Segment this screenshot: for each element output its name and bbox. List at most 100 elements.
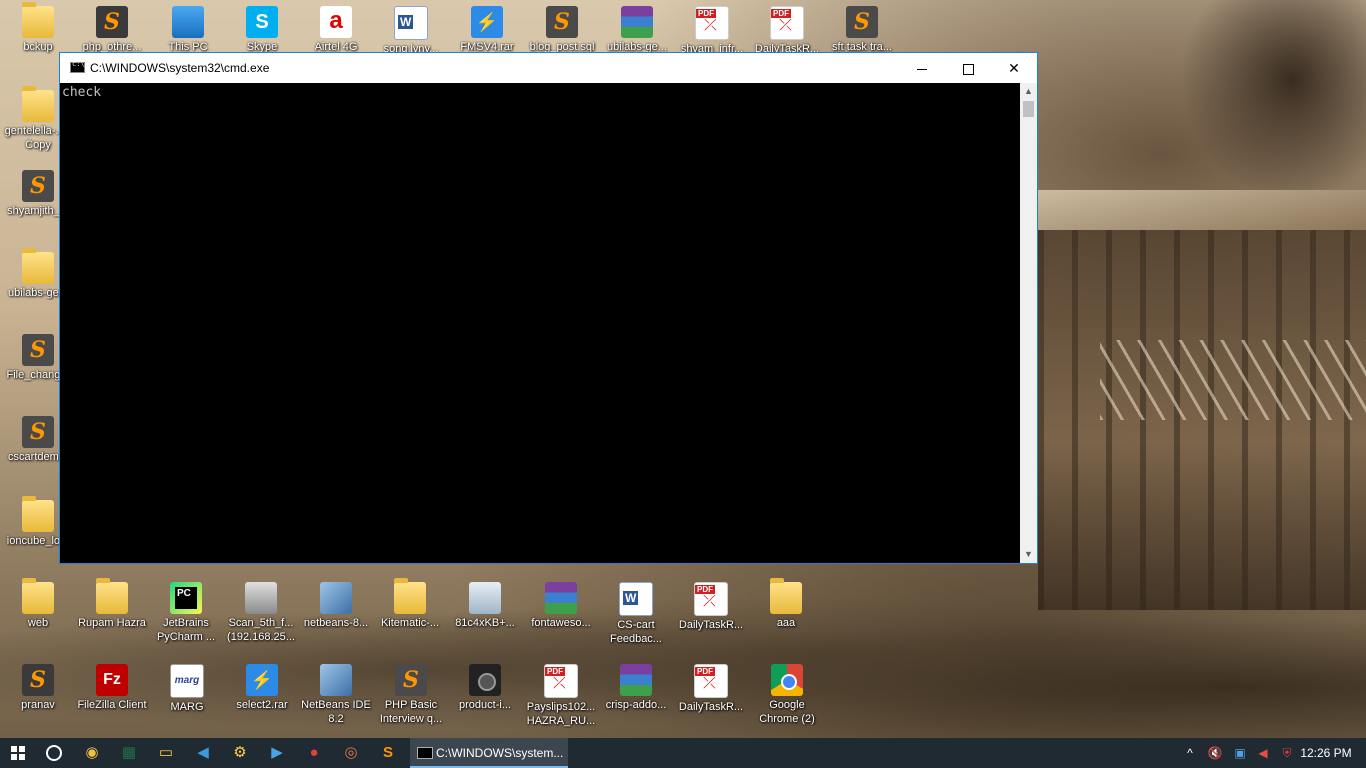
desktop-icon-shyam-infr[interactable]: shyam_infr... [674, 0, 750, 56]
scroll-down-arrow-icon[interactable]: ▼ [1020, 546, 1037, 563]
skype-icon [246, 6, 278, 38]
desktop-icon-skype[interactable]: Skype [224, 0, 300, 54]
desktop-icon-sft-task[interactable]: sft task tra... [824, 0, 900, 54]
winrar-icon [545, 582, 577, 614]
desktop-icon-select2[interactable]: select2.rar [224, 658, 300, 712]
desktop-icon-label: 81c4xKB+... [455, 617, 515, 629]
computer-icon [172, 6, 204, 38]
desktop-icon-fmsv4[interactable]: FMSV4.rar [449, 0, 525, 54]
desktop-icon-fontawesome[interactable]: fontaweso... [523, 576, 599, 630]
desktop-icon-label: web [27, 617, 49, 629]
scanner-icon [245, 582, 277, 614]
desktop-icon-song[interactable]: song lyny... [373, 0, 449, 56]
desktop-icon-kitematic[interactable]: Kitematic-... [372, 576, 448, 630]
file-explorer-icon: ▭ [158, 744, 174, 761]
desktop-icon-google-chrome[interactable]: Google Chrome (2) [749, 658, 825, 726]
desktop-icon-scan[interactable]: Scan_5th_f... (192.168.25... [223, 576, 299, 644]
desktop-icon-label: aaa [776, 617, 796, 629]
desktop-icon-dailytask-top[interactable]: DailyTaskR... [749, 0, 825, 56]
scroll-up-arrow-icon[interactable]: ▲ [1020, 83, 1037, 100]
cmd-window-title: C:\WINDOWS\system32\cmd.exe [90, 61, 270, 75]
desktop-icon-dailytask-b[interactable]: DailyTaskR... [673, 658, 749, 714]
desktop-icon-81c4xkb[interactable]: 81c4xKB+... [447, 576, 523, 630]
desktop-icon-label: netbeans-8... [303, 617, 369, 629]
taskbar-excel[interactable]: ▦ [111, 738, 147, 768]
desktop-icon-pycharm[interactable]: JetBrains PyCharm ... [148, 576, 224, 644]
app-icon: ⚙ [233, 744, 247, 761]
desktop-icon-netbeans-ide[interactable]: NetBeans IDE 8.2 [298, 658, 374, 726]
desktop-icon-php-othre[interactable]: php_othre... [74, 0, 150, 54]
tray-icon-3[interactable]: ◀ [1252, 738, 1274, 768]
archive-icon [22, 664, 54, 696]
desktop-icon-aaa[interactable]: aaa [748, 576, 824, 630]
search-button[interactable] [36, 738, 72, 768]
desktop-icon-php-basic[interactable]: PHP Basic Interview q... [373, 658, 449, 726]
cmd-app-icon[interactable] [70, 60, 85, 73]
cmd-console[interactable]: check [60, 83, 1021, 563]
desktop-icon-bckup[interactable]: bckup [0, 0, 76, 54]
desktop-icon-cs-cart-feedback[interactable]: CS-cart Feedbac... [598, 576, 674, 646]
desktop-icon-netbeans-installer[interactable]: netbeans-8... [298, 576, 374, 630]
pdf-icon [544, 664, 578, 698]
shield-icon: ⛨ [1282, 746, 1292, 760]
desktop-icon-label: PHP Basic Interview q... [379, 699, 443, 725]
desktop-icon-payslips[interactable]: Payslips102... HAZRA_RU... [523, 658, 599, 728]
tray-icon-2[interactable]: ▣ [1229, 738, 1251, 768]
sublime-icon [846, 6, 878, 38]
pycharm-icon [170, 582, 202, 614]
pdf-icon [694, 664, 728, 698]
netbeans-icon [320, 664, 352, 696]
folder-icon [22, 2, 54, 38]
start-button[interactable] [0, 738, 36, 768]
desktop-icon-label: CS-cart Feedbac... [610, 619, 662, 645]
desktop-icon-product-image[interactable]: product-i... [447, 658, 523, 712]
vertical-scrollbar[interactable]: ▲ ▼ [1020, 83, 1037, 563]
taskbar-app-4[interactable]: ◎ [333, 738, 369, 768]
filezilla-icon [96, 664, 128, 696]
console-output: check [62, 85, 102, 100]
desktop-icon-blog-post[interactable]: blog_post.sql [524, 0, 600, 54]
sublime-icon [22, 170, 54, 202]
tray-icon-4[interactable]: ⛨ [1276, 738, 1298, 768]
desktop-icon-marg[interactable]: MARG [149, 658, 225, 714]
taskbar-sublime[interactable]: S [370, 738, 406, 768]
taskbar-explorer[interactable]: ▭ [148, 738, 184, 768]
taskbar-vscode[interactable]: ◀ [185, 738, 221, 768]
wallpaper-railing [1100, 340, 1366, 420]
tray-icon-1[interactable]: 🔇 [1204, 738, 1226, 768]
show-hidden-icons-button[interactable]: ^ [1180, 738, 1200, 768]
cmd-title-bar[interactable]: C:\WINDOWS\system32\cmd.exe ✕ [60, 53, 1037, 83]
scrollbar-thumb[interactable] [1023, 101, 1034, 117]
cmd-app-icon [417, 747, 433, 759]
folder-icon [22, 86, 54, 122]
desktop-icon-label: DailyTaskR... [678, 619, 744, 631]
desktop-icon-rupam-hazra[interactable]: Rupam Hazra [74, 576, 150, 630]
desktop-icon-ubilabs[interactable]: ubilabs-ge... [599, 0, 675, 54]
desktop-icon-this-pc[interactable]: This PC [150, 0, 226, 54]
desktop-icon-web[interactable]: web [0, 576, 76, 630]
desktop-icon-pranav[interactable]: pranav [0, 658, 76, 712]
taskbar-app-1[interactable]: ◉ [74, 738, 110, 768]
sublime-icon [22, 334, 54, 366]
vscode-icon: ◀ [197, 744, 209, 761]
cmd-window[interactable]: C:\WINDOWS\system32\cmd.exe ✕ check ▲ ▼ [59, 52, 1038, 564]
taskbar-app-2[interactable]: ⚙ [222, 738, 258, 768]
desktop-icon-crisp-addon[interactable]: crisp-addo... [598, 658, 674, 712]
taskbar-app-label: C:\WINDOWS\system... [436, 746, 564, 760]
taskbar-chrome[interactable]: ● [296, 738, 332, 768]
taskbar-app-3[interactable]: ▶ [259, 738, 295, 768]
desktop-icon-label: product-i... [459, 699, 511, 711]
desktop-icon-label: MARG [170, 701, 204, 713]
close-button[interactable]: ✕ [991, 53, 1037, 83]
desktop-icon-label: NetBeans IDE 8.2 [301, 699, 371, 725]
desktop-icon-label: Kitematic-... [380, 617, 440, 629]
taskbar-active-cmd[interactable]: C:\WINDOWS\system... [410, 738, 568, 768]
clock[interactable]: 12:26 PM [1296, 738, 1356, 768]
desktop-icon-dailytask-a[interactable]: DailyTaskR... [673, 576, 749, 632]
desktop-icon-filezilla[interactable]: FileZilla Client [74, 658, 150, 712]
camera-icon [469, 664, 501, 696]
chevron-up-icon: ^ [1187, 746, 1193, 760]
minimize-button[interactable] [899, 53, 945, 83]
desktop-icon-airtel[interactable]: Airtel 4G [298, 0, 374, 54]
maximize-button[interactable] [945, 53, 991, 83]
